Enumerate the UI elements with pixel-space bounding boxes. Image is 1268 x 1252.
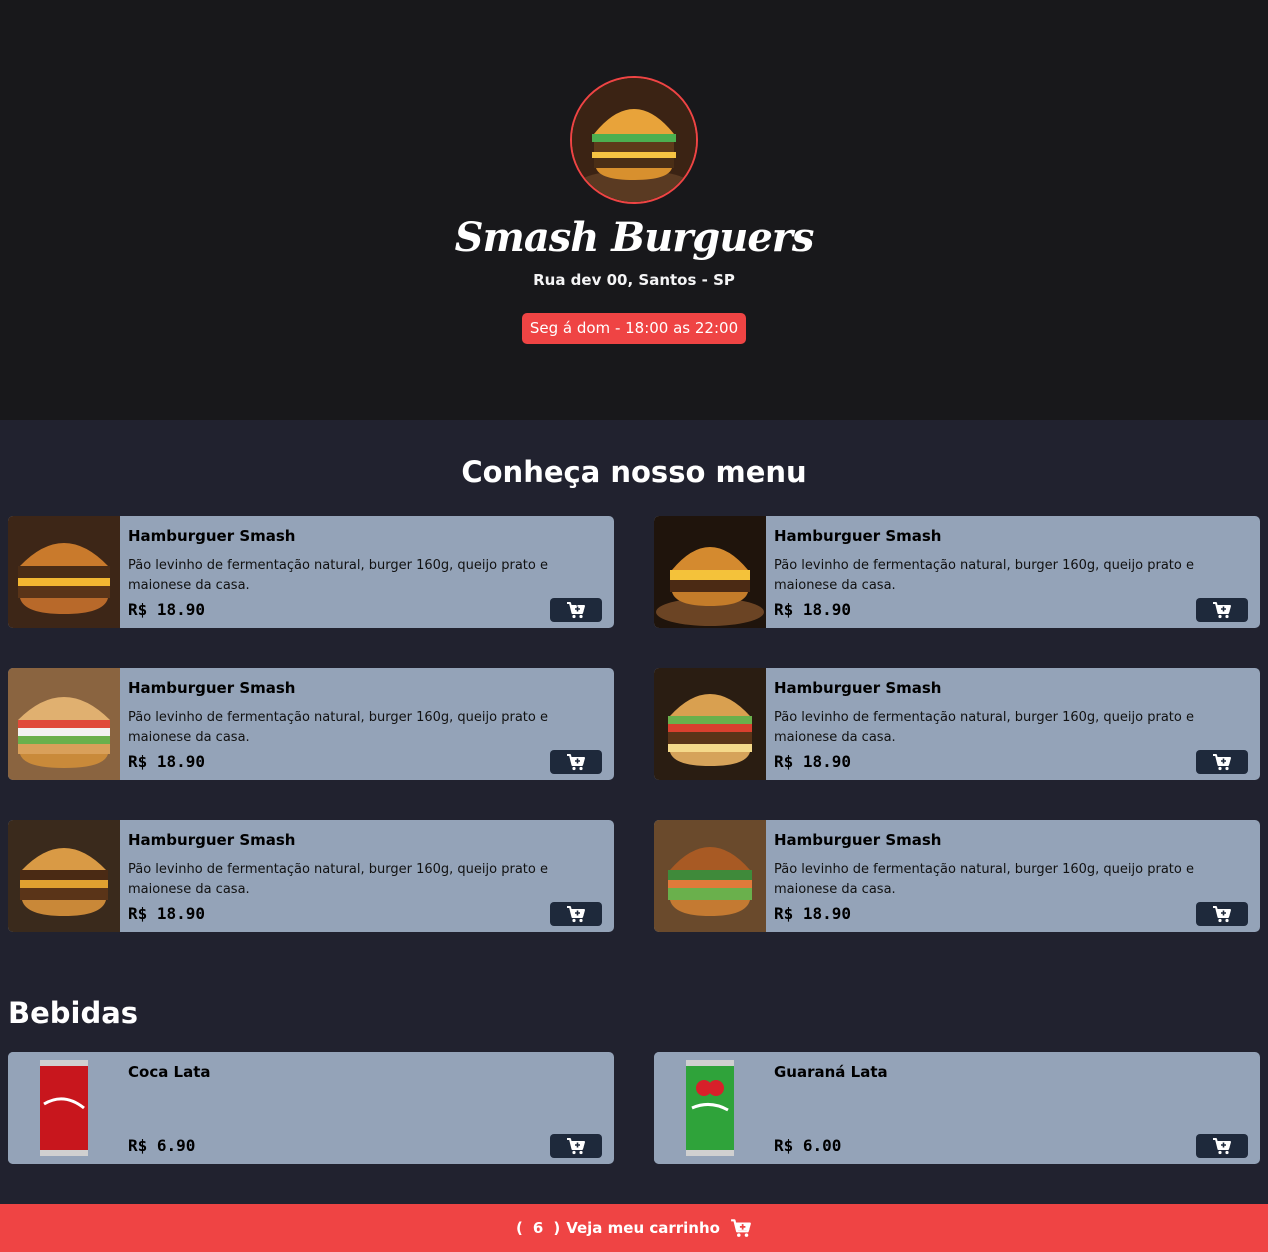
item-description: Pão levinho de fermentação natural, burg… bbox=[774, 710, 1194, 745]
item-name: Hamburguer Smash bbox=[128, 527, 296, 545]
item-description: Pão levinho de fermentação natural, burg… bbox=[774, 862, 1194, 897]
menu-item-card: Hamburguer Smash Pão levinho de fermenta… bbox=[8, 668, 614, 780]
cart-count: 6 bbox=[532, 1219, 544, 1237]
item-price: R$ 18.90 bbox=[774, 600, 852, 619]
menu-item-card: Hamburguer Smash Pão levinho de fermenta… bbox=[654, 668, 1260, 780]
menu-item-card: Hamburguer Smash Pão levinho de fermenta… bbox=[8, 516, 614, 628]
add-to-cart-button[interactable] bbox=[550, 750, 602, 774]
menu-title: Conheça nosso menu bbox=[461, 455, 807, 489]
item-name: Hamburguer Smash bbox=[128, 831, 296, 849]
opening-hours-badge: Seg á dom - 18:00 as 22:00 bbox=[522, 313, 746, 344]
item-description: Pão levinho de fermentação natural, burg… bbox=[128, 862, 548, 897]
cart-close-paren: ) bbox=[553, 1219, 561, 1237]
item-name: Hamburguer Smash bbox=[774, 679, 942, 697]
cart-plus-icon bbox=[567, 602, 585, 619]
guarana-can-image bbox=[654, 1052, 766, 1164]
cart-plus-icon bbox=[1213, 754, 1231, 771]
cart-plus-icon bbox=[567, 754, 585, 771]
cart-plus-icon bbox=[567, 1138, 585, 1155]
add-to-cart-button[interactable] bbox=[550, 1134, 602, 1158]
item-price: R$ 6.00 bbox=[774, 1136, 842, 1155]
item-description: Pão levinho de fermentação natural, burg… bbox=[128, 710, 548, 745]
cart-plus-icon bbox=[567, 906, 585, 923]
menu-item-card: Hamburguer Smash Pão levinho de fermenta… bbox=[654, 516, 1260, 628]
item-name: Coca Lata bbox=[128, 1063, 211, 1081]
add-to-cart-button[interactable] bbox=[1196, 598, 1248, 622]
restaurant-name: Smash Burguers bbox=[454, 214, 815, 261]
item-name: Hamburguer Smash bbox=[774, 527, 942, 545]
item-price: R$ 18.90 bbox=[774, 904, 852, 923]
add-to-cart-button[interactable] bbox=[1196, 750, 1248, 774]
hero-header: Smash Burguers Rua dev 00, Santos - SP S… bbox=[0, 0, 1268, 420]
item-price: R$ 18.90 bbox=[774, 752, 852, 771]
item-name: Hamburguer Smash bbox=[774, 831, 942, 849]
drink-item-card: Coca Lata R$ 6.90 bbox=[8, 1052, 614, 1164]
item-name: Guaraná Lata bbox=[774, 1063, 888, 1081]
menu-item-card: Hamburguer Smash Pão levinho de fermenta… bbox=[654, 820, 1260, 932]
add-to-cart-button[interactable] bbox=[550, 902, 602, 926]
item-description: Pão levinho de fermentação natural, burg… bbox=[774, 558, 1194, 593]
drink-item-card: Guaraná Lata R$ 6.00 bbox=[654, 1052, 1260, 1164]
cart-plus-icon bbox=[1213, 602, 1231, 619]
burger-image bbox=[8, 820, 120, 932]
restaurant-address: Rua dev 00, Santos - SP bbox=[533, 271, 735, 289]
coca-cola-can-image bbox=[8, 1052, 120, 1164]
burger-logo-image bbox=[570, 76, 698, 204]
view-cart-button[interactable]: ( 6 ) Veja meu carrinho bbox=[0, 1204, 1268, 1252]
drinks-section-title: Bebidas bbox=[8, 996, 139, 1030]
cart-open-paren: ( bbox=[516, 1219, 523, 1237]
burger-image bbox=[654, 668, 766, 780]
burger-image bbox=[8, 668, 120, 780]
burger-image bbox=[654, 820, 766, 932]
menu-item-card: Hamburguer Smash Pão levinho de fermenta… bbox=[8, 820, 614, 932]
item-name: Hamburguer Smash bbox=[128, 679, 296, 697]
item-description: Pão levinho de fermentação natural, burg… bbox=[128, 558, 548, 593]
cart-plus-icon bbox=[731, 1219, 751, 1237]
item-price: R$ 18.90 bbox=[128, 752, 206, 771]
cart-plus-icon bbox=[1213, 906, 1231, 923]
item-price: R$ 18.90 bbox=[128, 904, 206, 923]
item-price: R$ 6.90 bbox=[128, 1136, 196, 1155]
view-cart-label: Veja meu carrinho bbox=[566, 1219, 720, 1237]
add-to-cart-button[interactable] bbox=[550, 598, 602, 622]
burger-image bbox=[654, 516, 766, 628]
add-to-cart-button[interactable] bbox=[1196, 1134, 1248, 1158]
add-to-cart-button[interactable] bbox=[1196, 902, 1248, 926]
burger-image bbox=[8, 516, 120, 628]
cart-plus-icon bbox=[1213, 1138, 1231, 1155]
item-price: R$ 18.90 bbox=[128, 600, 206, 619]
